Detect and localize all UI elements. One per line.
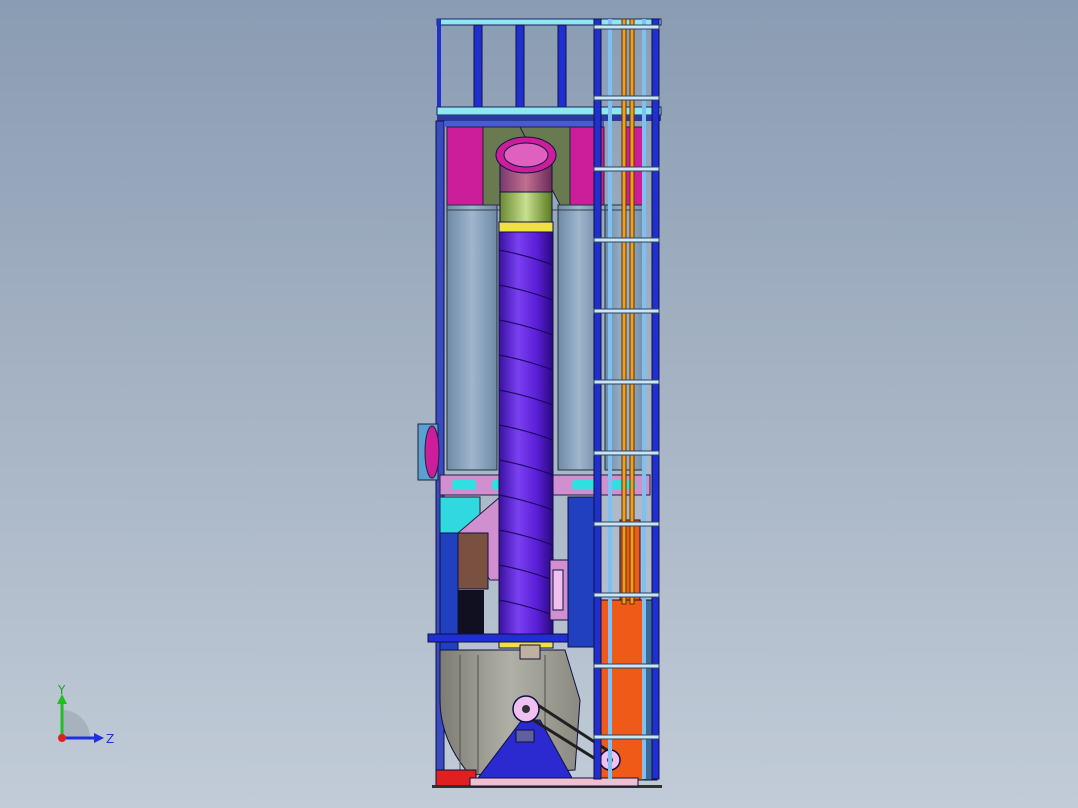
ladder-rung xyxy=(593,379,660,385)
ladder-rung xyxy=(593,521,660,527)
ladder-rung xyxy=(593,734,660,740)
z-axis-label: Z xyxy=(106,732,114,746)
x-axis-origin xyxy=(58,734,66,742)
ladder-rung xyxy=(593,95,660,101)
ladder-rung xyxy=(593,24,660,30)
ladder-rung xyxy=(593,166,660,172)
inspection-door xyxy=(549,559,569,621)
fan-housing xyxy=(427,633,581,779)
side-inlet xyxy=(417,423,440,481)
ladder-rung xyxy=(593,450,660,456)
y-axis-label: Y xyxy=(57,683,66,697)
ladder-rung xyxy=(593,663,660,669)
triad-quadrant xyxy=(62,710,90,738)
z-axis-arrow xyxy=(94,733,104,743)
spiral-duct xyxy=(495,136,557,649)
tower-assembly-model[interactable] xyxy=(0,0,1078,808)
ladder-rung xyxy=(593,308,660,314)
ladder-rung xyxy=(593,237,660,243)
ladder-rung xyxy=(593,592,660,598)
cad-viewport[interactable]: Y Z xyxy=(0,0,1078,808)
orientation-triad: Y Z xyxy=(57,683,114,746)
top-railing xyxy=(436,18,662,121)
